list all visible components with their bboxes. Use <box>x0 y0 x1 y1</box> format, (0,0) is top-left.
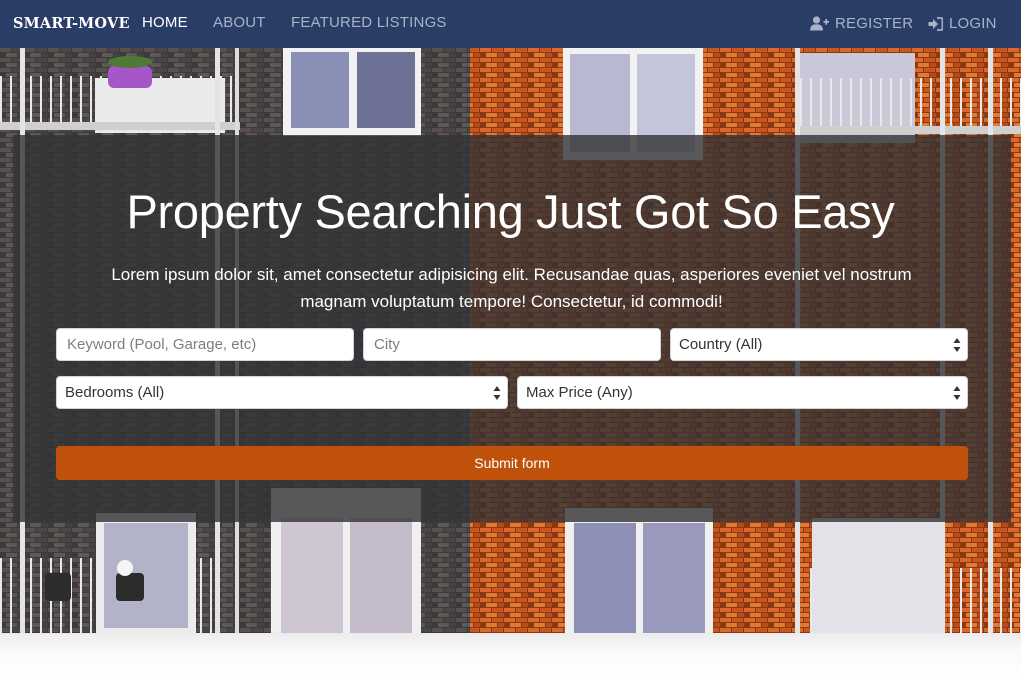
nav-link-home[interactable]: HOME <box>142 14 188 31</box>
bedrooms-select[interactable]: Bedrooms (All) <box>56 376 508 409</box>
register-link[interactable]: REGISTER <box>810 15 913 32</box>
user-plus-icon <box>810 16 829 31</box>
hero-description: Lorem ipsum dolor sit, amet consectetur … <box>111 265 912 311</box>
hero-section: Property Searching Just Got So Easy Lore… <box>0 48 1021 633</box>
keyword-input[interactable] <box>56 328 354 361</box>
nav-link-about[interactable]: ABOUT <box>213 14 266 31</box>
max-price-select[interactable]: Max Price (Any) <box>517 376 968 409</box>
submit-button[interactable]: Submit form <box>56 446 968 480</box>
select-arrows-icon <box>953 386 961 400</box>
hero-title: Property Searching Just Got So Easy <box>126 185 895 238</box>
city-input[interactable] <box>363 328 661 361</box>
register-label: REGISTER <box>835 15 914 32</box>
nav-link-featured-listings[interactable]: FEATURED LISTINGS <box>291 14 447 31</box>
bedrooms-select-value: Bedrooms (All) <box>65 384 165 401</box>
select-arrows-icon <box>953 338 961 352</box>
next-section-edge <box>0 633 1021 677</box>
login-label: LOGIN <box>949 15 997 32</box>
login-link[interactable]: LOGIN <box>928 15 997 32</box>
country-select[interactable]: Country (All) <box>670 328 968 361</box>
navbar: SMART-MOVE HOME ABOUT FEATURED LISTINGS … <box>0 0 1021 48</box>
country-select-value: Country (All) <box>679 336 763 353</box>
max-price-select-value: Max Price (Any) <box>526 384 633 401</box>
sign-in-icon <box>928 16 943 31</box>
brand-logo[interactable]: SMART-MOVE <box>13 15 130 32</box>
select-arrows-icon <box>493 386 501 400</box>
